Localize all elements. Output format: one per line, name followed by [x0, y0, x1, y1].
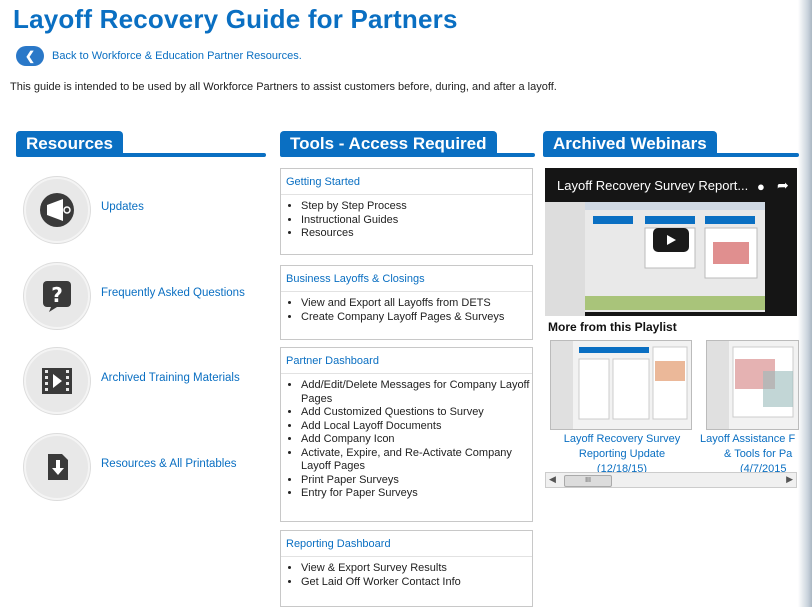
- list-item[interactable]: Instructional Guides: [301, 214, 532, 228]
- list-item[interactable]: Add/Edit/Delete Messages for Company Lay…: [301, 379, 532, 406]
- resource-label[interactable]: Resources & All Printables: [101, 458, 237, 470]
- webinars-header: Archived Webinars: [543, 131, 799, 157]
- back-link-text[interactable]: Back to Workforce & Education Partner Re…: [52, 50, 302, 62]
- tools-header: Tools - Access Required: [280, 131, 535, 157]
- list-item[interactable]: Create Company Layoff Pages & Surveys: [301, 311, 532, 325]
- list-item[interactable]: Print Paper Surveys: [301, 474, 532, 488]
- list-item[interactable]: Activate, Expire, and Re-Activate Compan…: [301, 447, 532, 474]
- list-item[interactable]: Entry for Paper Surveys: [301, 487, 532, 501]
- resource-label[interactable]: Archived Training Materials: [101, 372, 240, 384]
- list-item[interactable]: View & Export Survey Results: [301, 562, 532, 576]
- scroll-left-icon[interactable]: ◀: [549, 474, 556, 485]
- playlist-heading: More from this Playlist: [548, 320, 677, 334]
- list-item[interactable]: Add Customized Questions to Survey: [301, 406, 532, 420]
- resource-label[interactable]: Frequently Asked Questions: [101, 287, 245, 299]
- playlist-scrollbar[interactable]: ◀ III ▶: [545, 472, 797, 488]
- resources-header: Resources: [16, 131, 266, 157]
- resource-training[interactable]: Archived Training Materials: [24, 348, 240, 414]
- list-item[interactable]: Add Local Layoff Documents: [301, 420, 532, 434]
- video-player[interactable]: Layoff Recovery Survey Report... ● ➦: [545, 168, 797, 316]
- play-icon[interactable]: [653, 228, 689, 252]
- back-arrow-icon[interactable]: ❮: [16, 46, 44, 66]
- resource-updates[interactable]: Updates: [24, 177, 144, 243]
- list-item[interactable]: Resources: [301, 227, 532, 241]
- list-item[interactable]: Add Company Icon: [301, 433, 532, 447]
- resources-header-label: Resources: [16, 131, 123, 155]
- playlist-caption[interactable]: Layoff Assistance F & Tools for Pa (4/7/…: [700, 432, 805, 477]
- tools-box-reporting-dashboard: Reporting Dashboard View & Export Survey…: [280, 530, 533, 607]
- video-icon[interactable]: [24, 348, 90, 414]
- playlist-thumbnail[interactable]: [550, 340, 692, 430]
- playlist-caption[interactable]: Layoff Recovery Survey Reporting Update …: [552, 432, 692, 477]
- webinars-header-label: Archived Webinars: [543, 131, 717, 155]
- tools-header-label: Tools - Access Required: [280, 131, 497, 155]
- tools-box-business-layoffs: Business Layoffs & Closings View and Exp…: [280, 265, 533, 340]
- scroll-thumb[interactable]: III: [564, 475, 612, 487]
- resource-printables[interactable]: Resources & All Printables: [24, 434, 237, 500]
- video-title[interactable]: Layoff Recovery Survey Report...: [557, 178, 748, 193]
- caption-line[interactable]: Reporting Update: [552, 447, 692, 462]
- tools-box-title[interactable]: Reporting Dashboard: [281, 531, 532, 557]
- scroll-right-icon[interactable]: ▶: [786, 474, 793, 485]
- resource-label[interactable]: Updates: [101, 201, 144, 213]
- window-edge: [798, 0, 812, 607]
- caption-line[interactable]: Layoff Recovery Survey: [552, 432, 692, 447]
- list-item[interactable]: Get Laid Off Worker Contact Info: [301, 576, 532, 590]
- tools-box-partner-dashboard: Partner Dashboard Add/Edit/Delete Messag…: [280, 347, 533, 522]
- caption-line[interactable]: & Tools for Pa: [700, 447, 805, 462]
- intro-text: This guide is intended to be used by all…: [10, 81, 557, 93]
- list-item[interactable]: Step by Step Process: [301, 200, 532, 214]
- thumbnail-graphic: [551, 341, 691, 429]
- list-item[interactable]: View and Export all Layoffs from DETS: [301, 297, 532, 311]
- share-icon[interactable]: ➦: [777, 177, 789, 194]
- question-icon[interactable]: ?: [24, 263, 90, 329]
- tools-box-title[interactable]: Partner Dashboard: [281, 348, 532, 374]
- playlist-thumbnail[interactable]: [706, 340, 799, 430]
- tools-box-title[interactable]: Getting Started: [281, 169, 532, 195]
- caption-line[interactable]: Layoff Assistance F: [700, 432, 805, 447]
- thumbnail-graphic: [707, 341, 798, 429]
- clock-icon[interactable]: ●: [757, 179, 765, 194]
- page-title: Layoff Recovery Guide for Partners: [13, 4, 458, 34]
- resource-faq[interactable]: ? Frequently Asked Questions: [24, 263, 245, 329]
- download-icon[interactable]: [24, 434, 90, 500]
- svg-text:?: ?: [51, 283, 63, 307]
- back-link[interactable]: ❮ Back to Workforce & Education Partner …: [16, 46, 302, 66]
- tools-box-title[interactable]: Business Layoffs & Closings: [281, 266, 532, 292]
- tools-box-getting-started: Getting Started Step by Step Process Ins…: [280, 168, 533, 255]
- megaphone-icon[interactable]: [24, 177, 90, 243]
